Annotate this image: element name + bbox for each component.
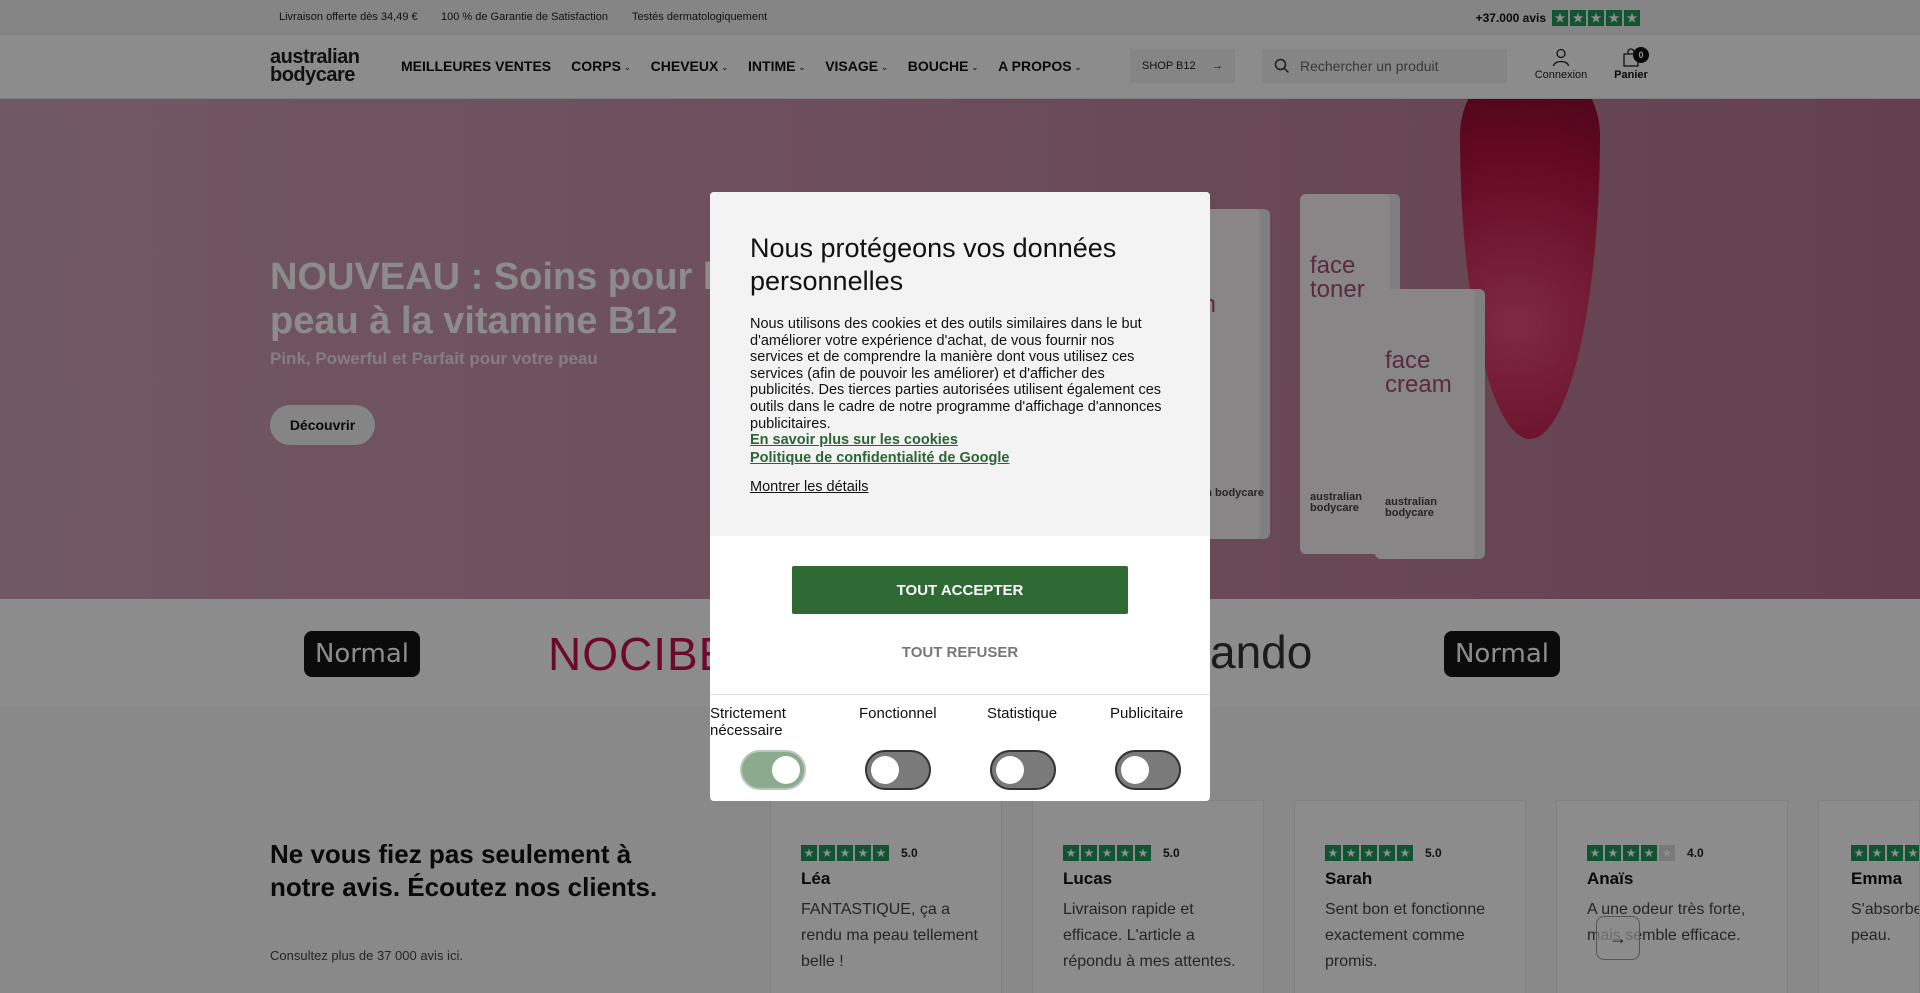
toggle-statistics[interactable] (990, 750, 1056, 790)
consent-body: Nous utilisons des cookies et des outils… (750, 316, 1162, 432)
toggle-functional[interactable] (865, 750, 931, 790)
cookies-info-link[interactable]: En savoir plus sur les cookies (750, 432, 958, 448)
toggle-advertising[interactable] (1115, 750, 1181, 790)
cookie-consent-dialog: Nous protégeons vos données personnelles… (710, 192, 1210, 801)
toggle-necessary (740, 750, 806, 790)
consent-info-panel: Nous protégeons vos données personnelles… (710, 192, 1210, 536)
consent-title: Nous protégeons vos données personnelles (750, 233, 1117, 296)
accept-all-button[interactable]: TOUT ACCEPTER (792, 566, 1128, 614)
category-functional-label: Fonctionnel (859, 705, 937, 722)
category-necessary-label: Strictement nécessaire (710, 705, 786, 739)
show-details-link[interactable]: Montrer les détails (750, 479, 868, 495)
refuse-all-button[interactable]: TOUT REFUSER (792, 637, 1128, 667)
category-statistics-label: Statistique (987, 705, 1058, 722)
category-advertising-label: Publicitaire (1110, 705, 1184, 722)
divider (710, 694, 1210, 695)
google-privacy-link[interactable]: Politique de confidentialité de Google (750, 450, 1009, 466)
